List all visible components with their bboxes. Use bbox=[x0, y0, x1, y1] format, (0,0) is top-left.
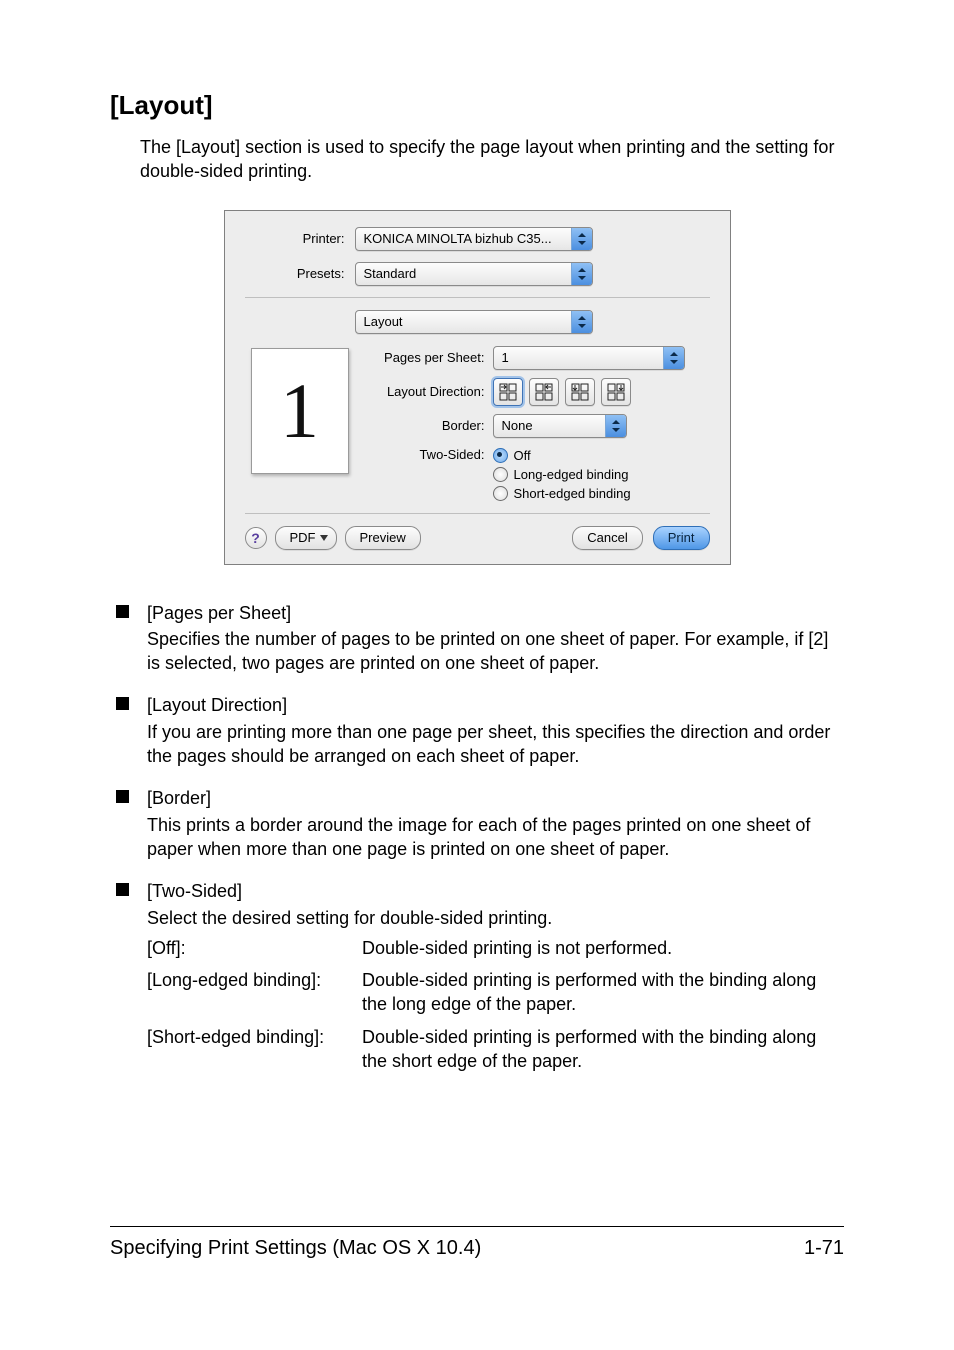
dialog-separator bbox=[245, 297, 710, 298]
print-dialog: Printer: KONICA MINOLTA bizhub C35... Pr… bbox=[224, 210, 731, 565]
twosided-off-key: [Off]: bbox=[147, 936, 362, 960]
presets-popup-value: Standard bbox=[356, 266, 571, 281]
bullet-icon bbox=[116, 883, 129, 896]
dropdown-arrows-icon bbox=[605, 415, 626, 437]
radio-icon bbox=[493, 448, 508, 463]
section-popup-value: Layout bbox=[356, 314, 571, 329]
bullet-icon bbox=[116, 790, 129, 803]
bullet-icon bbox=[116, 697, 129, 710]
two-sided-short[interactable]: Short-edged binding bbox=[493, 486, 631, 501]
layout-direction-group bbox=[493, 378, 631, 406]
footer-left: Specifying Print Settings (Mac OS X 10.4… bbox=[110, 1237, 481, 1260]
pdf-button[interactable]: PDF bbox=[275, 526, 337, 550]
twosided-short-val: Double-sided printing is performed with … bbox=[362, 1025, 844, 1074]
pages-per-sheet-popup[interactable]: 1 bbox=[493, 346, 685, 370]
bullet-border-title: [Border] bbox=[147, 786, 844, 810]
section-heading: [Layout] bbox=[110, 90, 844, 121]
layout-direction-4[interactable] bbox=[601, 378, 631, 406]
chevron-down-icon bbox=[320, 535, 328, 541]
footer-page-number: 1-71 bbox=[804, 1237, 844, 1260]
twosided-off-val: Double-sided printing is not performed. bbox=[362, 936, 844, 960]
bullet-icon bbox=[116, 605, 129, 618]
two-sided-long-label: Long-edged binding bbox=[514, 467, 629, 482]
bullet-layoutdir-title: [Layout Direction] bbox=[147, 693, 844, 717]
bullet-pages-desc: Specifies the number of pages to be prin… bbox=[147, 627, 844, 676]
printer-popup[interactable]: KONICA MINOLTA bizhub C35... bbox=[355, 227, 593, 251]
cancel-button[interactable]: Cancel bbox=[572, 526, 642, 550]
dropdown-arrows-icon bbox=[571, 228, 592, 250]
two-sided-long[interactable]: Long-edged binding bbox=[493, 467, 631, 482]
two-sided-off-label: Off bbox=[514, 448, 531, 463]
section-intro: The [Layout] section is used to specify … bbox=[140, 135, 844, 184]
preview-button[interactable]: Preview bbox=[345, 526, 421, 550]
presets-popup[interactable]: Standard bbox=[355, 262, 593, 286]
pages-per-sheet-value: 1 bbox=[494, 350, 663, 365]
layout-direction-2[interactable] bbox=[529, 378, 559, 406]
border-popup[interactable]: None bbox=[493, 414, 627, 438]
layout-direction-1[interactable] bbox=[493, 378, 523, 406]
page-preview: 1 bbox=[251, 348, 349, 474]
layout-direction-label: Layout Direction: bbox=[365, 384, 485, 399]
help-button[interactable]: ? bbox=[245, 527, 267, 549]
bullet-twosided-desc: Select the desired setting for double-si… bbox=[147, 906, 844, 930]
two-sided-short-label: Short-edged binding bbox=[514, 486, 631, 501]
presets-label: Presets: bbox=[245, 266, 345, 281]
bullet-layoutdir-desc: If you are printing more than one page p… bbox=[147, 720, 844, 769]
pdf-button-label: PDF bbox=[290, 530, 316, 545]
printer-label: Printer: bbox=[245, 231, 345, 246]
radio-icon bbox=[493, 467, 508, 482]
pages-per-sheet-label: Pages per Sheet: bbox=[365, 350, 485, 365]
dropdown-arrows-icon bbox=[571, 263, 592, 285]
footer-rule bbox=[110, 1226, 844, 1227]
section-popup[interactable]: Layout bbox=[355, 310, 593, 334]
print-button[interactable]: Print bbox=[653, 526, 710, 550]
border-popup-value: None bbox=[494, 418, 605, 433]
twosided-long-key: [Long-edged binding]: bbox=[147, 968, 362, 1017]
dropdown-arrows-icon bbox=[571, 311, 592, 333]
two-sided-label: Two-Sided: bbox=[365, 447, 485, 462]
bullet-border-desc: This prints a border around the image fo… bbox=[147, 813, 844, 862]
dialog-separator bbox=[245, 513, 710, 514]
twosided-short-key: [Short-edged binding]: bbox=[147, 1025, 362, 1074]
bullet-twosided-title: [Two-Sided] bbox=[147, 879, 844, 903]
twosided-long-val: Double-sided printing is performed with … bbox=[362, 968, 844, 1017]
bullet-pages-title: [Pages per Sheet] bbox=[147, 601, 844, 625]
two-sided-off[interactable]: Off bbox=[493, 448, 631, 463]
border-label: Border: bbox=[365, 418, 485, 433]
dropdown-arrows-icon bbox=[663, 347, 684, 369]
printer-popup-value: KONICA MINOLTA bizhub C35... bbox=[356, 231, 571, 246]
radio-icon bbox=[493, 486, 508, 501]
layout-direction-3[interactable] bbox=[565, 378, 595, 406]
